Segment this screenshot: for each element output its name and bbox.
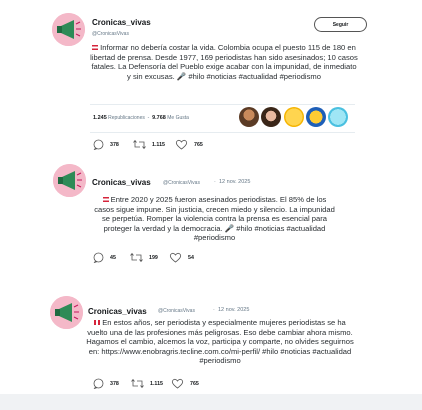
heart-icon (169, 252, 182, 263)
tweet-date[interactable]: 12 nov. 2025 (218, 307, 249, 313)
liker-avatar[interactable] (306, 107, 326, 127)
heart-icon (175, 139, 188, 150)
flag-icon (92, 45, 99, 50)
author-handle[interactable]: @CronicasVivas (92, 31, 129, 37)
retweet-button[interactable]: 1.115 (133, 139, 165, 150)
megaphone-icon (53, 164, 86, 197)
author-name[interactable]: Cronicas_vivas (88, 307, 147, 316)
tweet-text: Entre 2020 y 2025 fueron asesinados peri… (94, 195, 335, 243)
author-handle[interactable]: @CronicasVivas (158, 308, 195, 314)
reply-icon (93, 378, 104, 389)
liker-avatar[interactable] (261, 107, 281, 127)
action-bar: 378 1.115 765 (93, 378, 293, 390)
like-button[interactable]: 765 (175, 139, 203, 150)
like-button[interactable]: 765 (171, 378, 199, 389)
author-handle[interactable]: @CronicasVivas (163, 180, 200, 186)
like-button[interactable]: 54 (169, 252, 194, 263)
divider (90, 104, 355, 105)
avatar[interactable] (52, 13, 85, 46)
liker-avatar[interactable] (284, 107, 304, 127)
liker-avatar[interactable] (239, 107, 259, 127)
separator-dot: · (214, 179, 216, 185)
bottom-bar (0, 394, 422, 410)
avatar[interactable] (50, 296, 83, 329)
flag-icon (102, 197, 109, 202)
divider (90, 132, 355, 133)
retweet-button[interactable]: 1.115 (131, 378, 163, 389)
retweet-icon (131, 378, 144, 389)
heart-icon (171, 378, 184, 389)
retweet-button[interactable]: 199 (130, 252, 158, 263)
separator-dot: · (213, 307, 215, 313)
follow-button[interactable]: Seguir (314, 17, 367, 32)
reply-icon (93, 139, 104, 150)
megaphone-icon (50, 296, 83, 329)
tweet-text: Informar no debería costar la vida. Colo… (90, 43, 358, 81)
reply-icon (93, 252, 104, 263)
action-bar: 45 199 54 (93, 252, 293, 264)
author-name[interactable]: Cronicas_vivas (92, 18, 151, 27)
reply-button[interactable]: 378 (93, 139, 119, 150)
engagement-stats: 1.245 Republicaciones - 9.768 Me Gusta (93, 115, 189, 121)
retweet-icon (130, 252, 143, 263)
retweet-icon (133, 139, 146, 150)
reply-button[interactable]: 45 (93, 252, 116, 263)
author-name[interactable]: Cronicas_vivas (92, 178, 151, 187)
action-bar: 378 1.115 765 (93, 139, 293, 151)
flag-icon (94, 320, 101, 325)
megaphone-icon (52, 13, 85, 46)
tweet-date[interactable]: 12 nov. 2025 (219, 179, 250, 185)
tweet-text: En estos años, ser periodista y especial… (86, 318, 354, 366)
reply-button[interactable]: 378 (93, 378, 119, 389)
avatar[interactable] (53, 164, 86, 197)
liker-avatar[interactable] (328, 107, 348, 127)
